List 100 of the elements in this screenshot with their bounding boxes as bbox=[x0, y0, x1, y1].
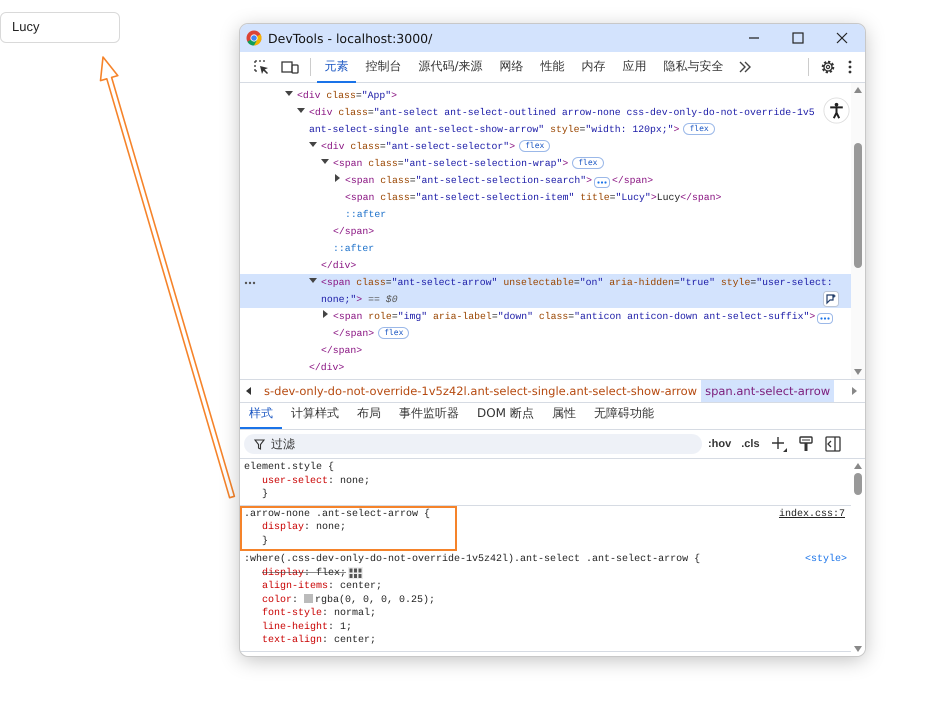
css-property[interactable]: display: none; bbox=[262, 521, 346, 534]
scrollbar-thumb[interactable] bbox=[854, 143, 862, 268]
sidebar-tab[interactable]: 布局 bbox=[348, 401, 390, 429]
filter-field[interactable]: 过滤 bbox=[244, 434, 702, 454]
flex-badge[interactable]: flex bbox=[519, 140, 550, 152]
expand-toggle-icon[interactable] bbox=[309, 276, 318, 285]
dom-node-row[interactable]: <span class="ant-select-arrow" unselectable="on" aria-hidden="true" style="user-select: none;"> == $0 bbox=[240, 274, 851, 308]
html-tag-text: <div class="ant-select-selector"> bbox=[321, 141, 516, 152]
html-tag-text: <div class="App"> bbox=[297, 90, 398, 101]
expand-toggle-icon[interactable] bbox=[333, 174, 342, 183]
css-property[interactable]: align-items: center; bbox=[262, 580, 382, 594]
inspect-element-icon[interactable] bbox=[253, 59, 269, 75]
css-property[interactable]: text-align: center; bbox=[262, 634, 376, 648]
sidebar-toggle-icon[interactable] bbox=[824, 436, 841, 452]
rule-brace: } bbox=[262, 488, 268, 502]
node-actions-icon[interactable] bbox=[244, 281, 256, 285]
breadcrumb-item[interactable]: span.ant-select-arrow bbox=[701, 380, 834, 402]
html-tag-text: </div> bbox=[321, 260, 356, 271]
expand-toggle-icon[interactable] bbox=[297, 106, 306, 115]
dom-node-row[interactable]: <span role="img" aria-label="down" class="anticon anticon-down ant-select-suffix"> </span> flex bbox=[240, 308, 851, 342]
scroll-down-icon[interactable] bbox=[854, 646, 862, 652]
source-link[interactable]: index.css:7 bbox=[778, 508, 845, 521]
panel-tab[interactable]: 内存 bbox=[574, 51, 614, 83]
breadcrumb-item[interactable]: s-dev-only-do-not-override-1v5z42l.ant-select-single.ant-select-show-arrow bbox=[260, 380, 702, 402]
ellipsis-icon bbox=[596, 181, 607, 184]
panel-tab[interactable]: 源代码/来源 bbox=[411, 51, 490, 83]
panel-tab[interactable]: 元素 bbox=[317, 51, 356, 83]
dom-node-row[interactable]: </div> bbox=[240, 359, 851, 376]
dom-node-row[interactable]: <span class="ant-select-selection-search"> </span> bbox=[240, 172, 851, 189]
html-tag-text: <div class="ant-select ant-select-outlined arrow-none css-dev-only-do-not-override-1v5 bbox=[309, 107, 815, 118]
sidebar-tab[interactable]: 计算样式 bbox=[282, 401, 348, 429]
css-property[interactable]: line-height: 1; bbox=[262, 620, 352, 634]
sidebar-tab[interactable]: 事件监听器 bbox=[390, 401, 468, 429]
html-tag-text: </span> bbox=[333, 328, 374, 339]
dom-node-row[interactable]: </div> bbox=[240, 257, 851, 274]
expand-toggle-icon[interactable] bbox=[321, 310, 330, 319]
flex-badge[interactable]: flex bbox=[378, 327, 410, 339]
expand-toggle-icon[interactable] bbox=[321, 157, 330, 166]
style-toggle-button[interactable]: :hov bbox=[704, 436, 736, 452]
new-rule-icon[interactable] bbox=[770, 436, 787, 452]
sidebar-tab[interactable]: 无障碍功能 bbox=[584, 401, 663, 429]
scrollbar-thumb[interactable] bbox=[854, 473, 862, 495]
css-property[interactable]: user-select: none; bbox=[262, 474, 370, 488]
maximize-icon[interactable] bbox=[792, 32, 804, 44]
dom-node-row[interactable]: <span class="ant-select-selection-item" title="Lucy">Lucy</span> bbox=[240, 189, 851, 206]
panel-tab[interactable]: 隐私与安全 bbox=[656, 51, 732, 83]
flexbox-editor-icon[interactable] bbox=[348, 567, 364, 580]
html-tag-text: </div> bbox=[309, 362, 344, 373]
expand-ellipsis-button[interactable] bbox=[594, 177, 610, 188]
filter-input[interactable]: 过滤 bbox=[271, 437, 471, 451]
paint-roller-icon[interactable] bbox=[798, 436, 813, 452]
dom-node-row[interactable]: <span class="ant-select-selection-wrap"> flex bbox=[240, 155, 851, 172]
expand-toggle-icon[interactable] bbox=[285, 89, 294, 98]
html-tag-text: </span> bbox=[321, 345, 362, 356]
flex-badge[interactable]: flex bbox=[572, 157, 604, 169]
dom-node-row[interactable]: ::after bbox=[240, 206, 851, 223]
panel-tab[interactable]: 控制台 bbox=[358, 51, 409, 83]
source-link[interactable]: <style> bbox=[804, 553, 847, 566]
select-field[interactable]: Lucy bbox=[0, 12, 120, 43]
more-tabs-icon[interactable] bbox=[738, 61, 752, 73]
window-title: DevTools - localhost:3000/ bbox=[268, 30, 432, 46]
accessibility-button[interactable] bbox=[823, 97, 850, 124]
panel-tab[interactable]: 网络 bbox=[492, 51, 532, 83]
html-tag-text: none;"> bbox=[321, 294, 362, 305]
scroll-up-icon[interactable] bbox=[854, 87, 862, 93]
dom-node-row[interactable]: ::after bbox=[240, 240, 851, 257]
scroll-up-icon[interactable] bbox=[854, 463, 862, 469]
html-tag-text: ant-select-single ant-select-show-arrow" style="width: 120px;"> bbox=[309, 124, 680, 135]
dom-node-row[interactable]: </span> bbox=[240, 342, 851, 359]
dom-node-row[interactable]: </span> bbox=[240, 223, 851, 240]
rule-selector: .arrow-none .ant-select-arrow { bbox=[244, 508, 430, 521]
style-toggle-button[interactable]: .cls bbox=[737, 436, 764, 452]
sidebar-tab[interactable]: 样式 bbox=[240, 401, 282, 429]
scrollbar[interactable] bbox=[851, 459, 865, 656]
panel-tab[interactable]: 性能 bbox=[533, 51, 572, 83]
settings-icon[interactable] bbox=[820, 59, 836, 75]
html-tag-text: <span class="ant-select-selection-wrap"> bbox=[333, 158, 568, 169]
expand-toggle-icon[interactable] bbox=[309, 140, 318, 149]
scrollbar[interactable] bbox=[851, 83, 865, 379]
html-tag-text: <span class="ant-select-selection-search"> bbox=[345, 175, 592, 186]
filter-icon bbox=[254, 438, 265, 450]
dom-node-row[interactable]: <div class="ant-select-selector"> flex bbox=[240, 138, 851, 155]
ellipsis-icon bbox=[820, 317, 830, 320]
html-tag-text: </span> bbox=[333, 226, 374, 237]
close-icon[interactable] bbox=[836, 32, 848, 44]
css-property[interactable]: font-style: normal; bbox=[262, 607, 376, 620]
scroll-down-icon[interactable] bbox=[854, 369, 862, 375]
sidebar-tab[interactable]: DOM 断点 bbox=[468, 401, 543, 429]
ai-assistance-icon[interactable] bbox=[823, 291, 839, 307]
more-options-icon[interactable] bbox=[848, 60, 852, 74]
html-tag-text: <span class="ant-select-arrow" unselectable="on" aria-hidden="true" style="user-select: bbox=[321, 277, 833, 288]
pseudo-element-text: ::after bbox=[333, 243, 374, 254]
css-property[interactable]: display: flex; bbox=[262, 566, 346, 580]
expand-ellipsis-button[interactable] bbox=[817, 313, 834, 324]
sidebar-tab[interactable]: 属性 bbox=[542, 401, 585, 429]
css-property[interactable]: color: rgba(0, 0, 0, 0.25); bbox=[262, 594, 436, 607]
panel-tab[interactable]: 应用 bbox=[615, 51, 654, 83]
dom-node-row[interactable]: <div class="App"> bbox=[240, 87, 851, 104]
flex-badge[interactable]: flex bbox=[683, 123, 715, 135]
device-toggle-icon[interactable] bbox=[281, 59, 299, 75]
